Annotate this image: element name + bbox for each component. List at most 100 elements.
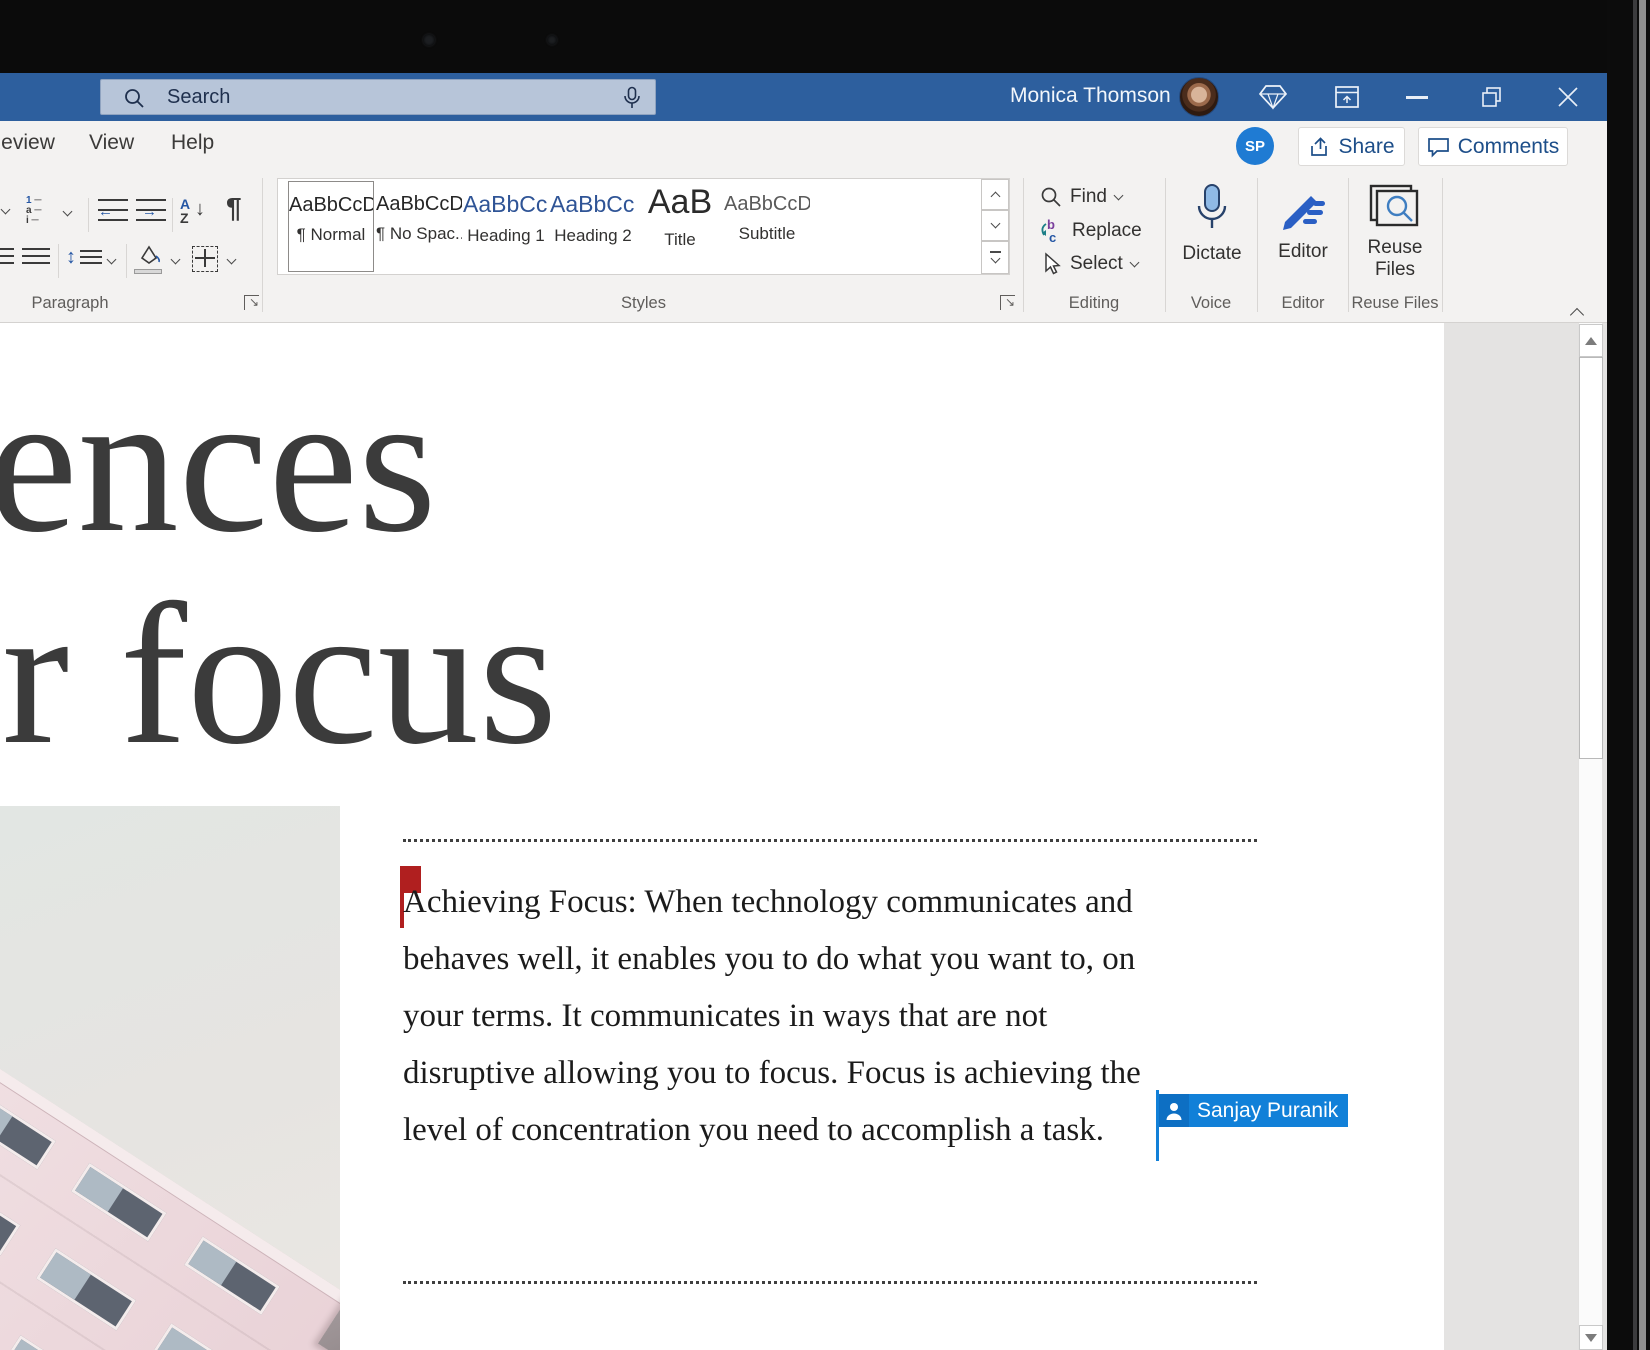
styles-gallery: AaBbCcDd ¶ Normal AaBbCcDd ¶ No Spac... …	[277, 178, 1010, 275]
gallery-more-button[interactable]	[981, 241, 1009, 274]
style-item-heading1[interactable]: AaBbCcDd Heading 1	[463, 181, 549, 272]
device-edge-highlight	[1639, 0, 1646, 1350]
borders-icon[interactable]	[192, 246, 218, 272]
comments-button[interactable]: Comments	[1418, 127, 1568, 166]
line-spacing-chevron-icon	[107, 255, 117, 265]
reuse-files-label-line1: Reuse	[1352, 237, 1438, 259]
reuse-files-icon	[1367, 182, 1423, 232]
sort-icon[interactable]: A Z ↓	[180, 196, 216, 226]
dictate-button[interactable]: Dictate	[1169, 180, 1255, 276]
ribbon-tab-row: Review View Help SP Share Comments	[0, 121, 1607, 172]
device-bezel-top	[0, 0, 1650, 73]
minimize-button[interactable]	[1406, 96, 1428, 99]
dictate-icon	[1192, 182, 1232, 238]
restore-button[interactable]	[1480, 85, 1504, 109]
scrollbar-down-button[interactable]	[1579, 1325, 1603, 1350]
device-screenshot: Search Monica Thomson	[0, 0, 1650, 1350]
style-label: ¶ No Spac...	[376, 224, 462, 244]
body-line: your terms. It communicates in ways that…	[403, 988, 1141, 1045]
style-label: ¶ Normal	[289, 225, 373, 245]
editor-group-label: Editor	[1257, 294, 1349, 313]
document-area: ences r focus	[0, 323, 1607, 1350]
ribbon-display-options-icon[interactable]	[1334, 85, 1360, 109]
presence-badge[interactable]: SP	[1236, 127, 1274, 165]
reuse-files-button[interactable]: Reuse Files	[1352, 182, 1438, 292]
gallery-scroll-down-button[interactable]	[981, 210, 1009, 241]
share-label: Share	[1338, 135, 1394, 159]
document-page[interactable]: ences r focus	[0, 323, 1444, 1350]
avatar[interactable]	[1179, 77, 1219, 117]
decrease-indent-icon[interactable]: ←	[98, 199, 128, 225]
body-paragraph[interactable]: Achieving Focus: When technology communi…	[403, 874, 1141, 1159]
multilevel-list-icon[interactable]: 1 ─a ─i ─	[26, 196, 60, 226]
editor-label: Editor	[1261, 241, 1345, 263]
paragraph-group-label: Paragraph	[0, 294, 140, 313]
find-button[interactable]: Find	[1040, 186, 1122, 208]
voice-group-label: Voice	[1165, 294, 1257, 313]
body-line: behaves well, it enables you to do what …	[403, 931, 1141, 988]
style-sample: AaBbCcDd	[289, 194, 373, 217]
device-edge-shadow	[1633, 0, 1637, 1350]
select-button[interactable]: Select	[1040, 252, 1138, 276]
ribbon: 1 ─a ─i ─ ← → A Z ↓ ¶	[0, 172, 1607, 323]
scrollbar-up-button[interactable]	[1579, 324, 1603, 357]
pilcrow-icon[interactable]: ¶	[226, 192, 242, 224]
close-button[interactable]	[1555, 84, 1581, 110]
search-placeholder: Search	[167, 86, 230, 109]
style-item-subtitle[interactable]: AaBbCcD Subtitle	[724, 181, 810, 272]
tab-review[interactable]: Review	[0, 131, 55, 155]
heading-line-2: r focus	[2, 568, 557, 780]
mic-icon[interactable]	[623, 86, 641, 111]
search-icon	[123, 87, 145, 109]
word-window: Search Monica Thomson	[0, 73, 1607, 1350]
premium-diamond-icon[interactable]	[1258, 84, 1288, 110]
replace-icon: b c	[1038, 218, 1064, 244]
collaborator-name: Sanjay Puranik	[1189, 1099, 1348, 1123]
collapse-ribbon-button[interactable]	[1570, 308, 1584, 322]
gallery-scroll-up-button[interactable]	[981, 179, 1009, 210]
scrollbar-thumb[interactable]	[1579, 357, 1603, 759]
align-right-icon[interactable]	[0, 248, 14, 270]
share-icon	[1308, 136, 1330, 158]
dotted-divider-bottom	[403, 1281, 1257, 1284]
svg-text:c: c	[1049, 230, 1056, 244]
presence-badge-initials: SP	[1245, 138, 1265, 155]
shading-icon[interactable]	[134, 244, 168, 274]
style-label: Heading 2	[550, 226, 636, 246]
find-icon	[1040, 186, 1062, 208]
style-sample: AaBbCcDd	[550, 191, 636, 218]
line-spacing-icon[interactable]: ↕	[66, 246, 104, 272]
style-item-title[interactable]: AaB Title	[637, 181, 723, 272]
find-chevron-icon	[1114, 190, 1124, 200]
share-button[interactable]: Share	[1298, 127, 1405, 166]
building-photo[interactable]	[0, 806, 340, 1350]
search-input[interactable]: Search	[100, 79, 656, 115]
style-label: Subtitle	[724, 224, 810, 244]
dictate-label: Dictate	[1169, 243, 1255, 265]
find-label: Find	[1070, 186, 1107, 208]
replace-button[interactable]: b c Replace	[1038, 218, 1142, 244]
style-label: Title	[637, 230, 723, 250]
heading-line-1: ences	[0, 356, 557, 568]
vertical-scrollbar[interactable]	[1578, 323, 1602, 1350]
style-item-normal[interactable]: AaBbCcDd ¶ Normal	[288, 181, 374, 272]
tab-help[interactable]: Help	[171, 131, 214, 155]
paragraph-dialog-launcher[interactable]: ↘	[244, 295, 259, 310]
editor-button[interactable]: Editor	[1261, 180, 1345, 276]
tab-view[interactable]: View	[89, 131, 134, 155]
comments-label: Comments	[1458, 135, 1560, 159]
document-heading: ences r focus	[0, 356, 557, 780]
increase-indent-icon[interactable]: →	[136, 199, 166, 225]
numbering-dropdown-icon[interactable]	[1, 205, 11, 215]
reuse-files-label-line2: Files	[1352, 259, 1438, 281]
body-line: disruptive allowing you to focus. Focus …	[403, 1045, 1141, 1102]
style-item-no-spacing[interactable]: AaBbCcDd ¶ No Spac...	[376, 181, 462, 272]
body-line: Achieving Focus: When technology communi…	[403, 874, 1141, 931]
replace-label: Replace	[1072, 220, 1142, 242]
style-sample: AaB	[637, 183, 723, 222]
styles-dialog-launcher[interactable]: ↘	[1000, 295, 1015, 310]
style-item-heading2[interactable]: AaBbCcDd Heading 2	[550, 181, 636, 272]
account-name[interactable]: Monica Thomson	[1010, 84, 1171, 108]
justify-icon[interactable]	[22, 248, 50, 270]
select-chevron-icon	[1129, 257, 1139, 267]
